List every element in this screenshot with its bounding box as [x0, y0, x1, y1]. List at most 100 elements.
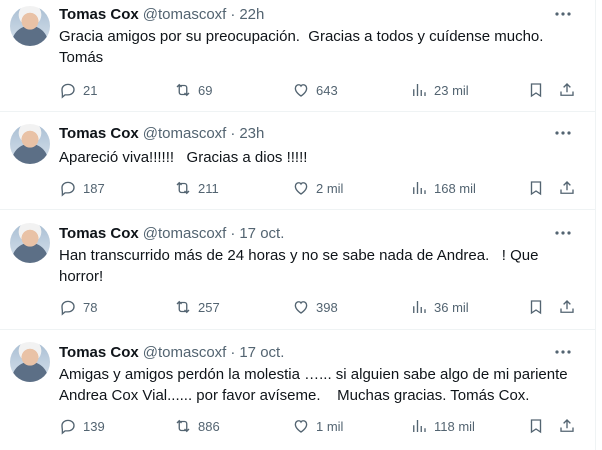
- retweet-button[interactable]: 211: [174, 178, 219, 198]
- tweet-timestamp[interactable]: 23h: [239, 125, 264, 142]
- bookmark-icon: [530, 181, 542, 196]
- views-button[interactable]: 168 mil: [410, 178, 476, 198]
- reply-button[interactable]: 139: [59, 416, 105, 436]
- reply-button[interactable]: 78: [59, 297, 97, 317]
- tweet-header: Tomas Cox @tomascoxf · 23h: [59, 123, 264, 143]
- tweet-text: Amigas y amigos perdón la molestia …... …: [59, 366, 571, 404]
- tweet-header: Tomas Cox @tomascoxf · 22h: [59, 4, 264, 24]
- views-button[interactable]: 118 mil: [410, 416, 475, 436]
- author-name[interactable]: Tomas Cox: [59, 225, 139, 242]
- heart-icon: [294, 84, 308, 97]
- more-options-button[interactable]: [550, 4, 576, 24]
- tweet-timestamp[interactable]: 17 oct.: [239, 225, 284, 242]
- bookmark-icon: [530, 300, 542, 315]
- avatar[interactable]: [10, 223, 50, 263]
- retweet-arrows-icon: [176, 83, 190, 97]
- separator-dot: ·: [230, 343, 236, 361]
- reply-count: 78: [83, 299, 98, 315]
- bookmark-button[interactable]: [527, 416, 545, 436]
- avatar[interactable]: [10, 6, 50, 46]
- bookmark-button[interactable]: [527, 297, 545, 317]
- separator-dot: ·: [230, 5, 236, 23]
- tweet[interactable]: Tomas Cox @tomascoxf · 17 oct. Amigas y …: [0, 331, 596, 450]
- views-bars-icon: [413, 301, 426, 313]
- tweet-timestamp[interactable]: 17 oct.: [239, 344, 284, 361]
- reply-button[interactable]: 21: [59, 80, 97, 100]
- more-dots-icon: [555, 12, 571, 16]
- retweet-button[interactable]: 886: [174, 416, 220, 436]
- retweet-count: 211: [198, 180, 219, 196]
- author-handle[interactable]: @tomascoxf: [143, 225, 227, 242]
- share-button[interactable]: [558, 297, 576, 317]
- share-upload-icon: [560, 83, 574, 96]
- author-name[interactable]: Tomas Cox: [59, 344, 139, 361]
- retweet-button[interactable]: 257: [174, 297, 220, 317]
- share-button[interactable]: [558, 416, 576, 436]
- separator-dot: ·: [230, 224, 236, 242]
- tweet-text: Apareció viva!!!!!! Gracias a dios !!!!!: [59, 149, 308, 166]
- share-button[interactable]: [558, 80, 576, 100]
- share-upload-icon: [560, 300, 574, 313]
- tweet-actions: 187 211 2 mil 168 mil: [59, 178, 579, 198]
- more-dots-icon: [555, 131, 571, 135]
- views-count: 168 mil: [434, 180, 476, 196]
- views-bars-icon: [413, 182, 426, 194]
- reply-bubble-icon: [61, 181, 75, 197]
- share-upload-icon: [560, 181, 574, 194]
- retweet-arrows-icon: [176, 300, 190, 314]
- retweet-arrows-icon: [176, 181, 190, 195]
- views-bars-icon: [413, 420, 426, 432]
- retweet-button[interactable]: 69: [174, 80, 212, 100]
- heart-icon: [294, 182, 308, 195]
- reply-bubble-icon: [61, 419, 75, 435]
- retweet-count: 257: [198, 299, 220, 315]
- views-count: 118 mil: [434, 418, 475, 434]
- reply-count: 187: [83, 180, 105, 196]
- tweet[interactable]: Tomas Cox @tomascoxf · 23h Apareció viva…: [0, 113, 596, 210]
- tweet-actions: 21 69 643 23 mil: [59, 80, 579, 100]
- author-name[interactable]: Tomas Cox: [59, 6, 139, 23]
- retweet-arrows-icon: [176, 419, 190, 433]
- tweet-text: Han transcurrido más de 24 horas y no se…: [59, 247, 543, 285]
- more-dots-icon: [555, 231, 571, 235]
- share-button[interactable]: [558, 178, 576, 198]
- like-button[interactable]: 398: [292, 297, 338, 317]
- author-handle[interactable]: @tomascoxf: [143, 6, 227, 23]
- author-handle[interactable]: @tomascoxf: [143, 344, 227, 361]
- author-handle[interactable]: @tomascoxf: [143, 125, 227, 142]
- more-options-button[interactable]: [550, 123, 576, 143]
- views-button[interactable]: 36 mil: [410, 297, 469, 317]
- tweet[interactable]: Tomas Cox @tomascoxf · 22h Gracia amigos…: [0, 0, 596, 112]
- more-options-button[interactable]: [550, 223, 576, 243]
- retweet-count: 886: [198, 418, 220, 434]
- views-button[interactable]: 23 mil: [410, 80, 469, 100]
- bookmark-icon: [530, 419, 542, 434]
- reply-count: 21: [83, 82, 98, 98]
- author-name[interactable]: Tomas Cox: [59, 125, 139, 142]
- more-options-button[interactable]: [550, 342, 576, 362]
- tweet-header: Tomas Cox @tomascoxf · 17 oct.: [59, 342, 284, 362]
- like-button[interactable]: 1 mil: [292, 416, 343, 436]
- tweet-actions: 78 257 398 36 mil: [59, 297, 579, 317]
- like-button[interactable]: 2 mil: [292, 178, 343, 198]
- like-count: 2 mil: [316, 180, 344, 196]
- tweet-text: Gracia amigos por su preocupación. Graci…: [59, 28, 544, 66]
- separator-dot: ·: [230, 124, 236, 142]
- bookmark-button[interactable]: [527, 178, 545, 198]
- avatar[interactable]: [10, 124, 50, 164]
- tweet-actions: 139 886 1 mil 118 mil: [59, 416, 579, 436]
- bookmark-button[interactable]: [527, 80, 545, 100]
- reply-count: 139: [83, 418, 105, 434]
- tweet[interactable]: Tomas Cox @tomascoxf · 17 oct. Han trans…: [0, 211, 596, 330]
- bookmark-icon: [530, 83, 542, 98]
- more-dots-icon: [555, 350, 571, 354]
- like-count: 1 mil: [316, 418, 344, 434]
- reply-button[interactable]: 187: [59, 178, 105, 198]
- views-count: 36 mil: [434, 299, 469, 315]
- like-button[interactable]: 643: [292, 80, 338, 100]
- tweet-timestamp[interactable]: 22h: [239, 6, 264, 23]
- retweet-count: 69: [198, 82, 213, 98]
- avatar[interactable]: [10, 342, 50, 382]
- heart-icon: [294, 420, 308, 433]
- like-count: 398: [316, 299, 338, 315]
